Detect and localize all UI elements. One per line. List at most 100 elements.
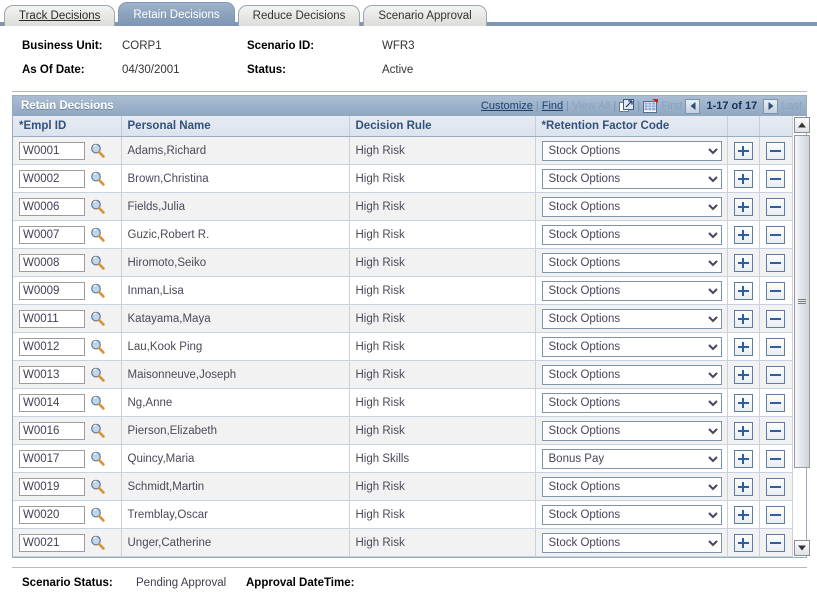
empl-id-input[interactable] — [19, 449, 85, 468]
retention-factor-select[interactable]: Stock Options — [541, 168, 722, 189]
lookup-magnifier-icon[interactable] — [90, 535, 105, 550]
lookup-magnifier-icon[interactable] — [90, 143, 105, 158]
empl-id-input[interactable] — [19, 421, 85, 440]
tab-track-decisions[interactable]: Track Decisions — [4, 5, 116, 26]
retention-factor-select[interactable]: Stock Options — [541, 280, 722, 301]
lookup-magnifier-icon[interactable] — [90, 283, 105, 298]
add-row-button[interactable] — [733, 533, 753, 552]
remove-row-button[interactable] — [766, 449, 786, 468]
next-page-button[interactable] — [763, 98, 779, 114]
add-row-button[interactable] — [733, 281, 753, 300]
lookup-magnifier-icon[interactable] — [90, 339, 105, 354]
view-all-link[interactable]: View All — [572, 100, 610, 112]
add-row-button[interactable] — [733, 309, 753, 328]
retention-factor-select[interactable]: Stock Options — [541, 392, 722, 413]
lookup-magnifier-icon[interactable] — [90, 199, 105, 214]
add-row-button[interactable] — [733, 197, 753, 216]
empl-id-input[interactable] — [19, 253, 85, 272]
retention-factor-select[interactable]: Stock Options — [541, 196, 722, 217]
retention-factor-select[interactable]: Stock Options — [541, 532, 722, 553]
tab-retain-decisions[interactable]: Retain Decisions — [118, 2, 235, 26]
remove-row-button[interactable] — [766, 225, 786, 244]
retention-factor-select[interactable]: Bonus Pay — [541, 448, 722, 469]
column-header-personal-name[interactable]: Personal Name — [121, 116, 350, 137]
lookup-magnifier-icon[interactable] — [90, 255, 105, 270]
lookup-magnifier-icon[interactable] — [90, 311, 105, 326]
lookup-magnifier-icon[interactable] — [90, 507, 105, 522]
column-header-decision-rule[interactable]: Decision Rule — [349, 116, 536, 137]
retention-factor-select[interactable]: Stock Options — [541, 252, 722, 273]
retention-factor-select[interactable]: Stock Options — [541, 364, 722, 385]
remove-row-button[interactable] — [766, 421, 786, 440]
empl-id-input[interactable] — [19, 197, 85, 216]
add-row-button[interactable] — [733, 477, 753, 496]
remove-row-button[interactable] — [766, 309, 786, 328]
find-link[interactable]: Find — [542, 100, 563, 112]
remove-row-button[interactable] — [766, 533, 786, 552]
grid-vertical-scrollbar[interactable] — [792, 116, 810, 557]
lookup-magnifier-icon[interactable] — [90, 479, 105, 494]
empl-id-input[interactable] — [19, 281, 85, 300]
cell-add-row — [727, 360, 760, 389]
empl-id-input[interactable] — [19, 337, 85, 356]
retention-factor-select[interactable]: Stock Options — [541, 224, 722, 245]
cell-empl-id — [13, 164, 122, 193]
lookup-magnifier-icon[interactable] — [90, 395, 105, 410]
tab-scenario-approval[interactable]: Scenario Approval — [363, 5, 487, 26]
empl-id-input[interactable] — [19, 365, 85, 384]
add-row-button[interactable] — [733, 421, 753, 440]
retention-factor-select[interactable]: Stock Options — [541, 476, 722, 497]
remove-row-button[interactable] — [766, 393, 786, 412]
column-header-retention-factor-code[interactable]: *Retention Factor Code — [535, 116, 728, 137]
remove-row-button[interactable] — [766, 253, 786, 272]
empl-id-input[interactable] — [19, 393, 85, 412]
remove-row-button[interactable] — [766, 477, 786, 496]
tab-label: Reduce Decisions — [252, 10, 346, 22]
tab-reduce-decisions[interactable]: Reduce Decisions — [237, 5, 361, 26]
empl-id-input[interactable] — [19, 309, 85, 328]
remove-row-button[interactable] — [766, 281, 786, 300]
lookup-magnifier-icon[interactable] — [90, 171, 105, 186]
remove-row-button[interactable] — [766, 505, 786, 524]
remove-row-button[interactable] — [766, 141, 786, 160]
last-page-label[interactable]: Last — [781, 100, 802, 112]
empl-id-input[interactable] — [19, 505, 85, 524]
empl-id-input[interactable] — [19, 169, 85, 188]
customize-link[interactable]: Customize — [481, 100, 533, 112]
add-row-button[interactable] — [733, 225, 753, 244]
add-row-button[interactable] — [733, 449, 753, 468]
remove-row-button[interactable] — [766, 337, 786, 356]
retention-factor-select[interactable]: Stock Options — [541, 336, 722, 357]
first-page-label[interactable]: First — [661, 100, 682, 112]
column-header-empl-id[interactable]: *Empl ID — [13, 116, 122, 137]
remove-row-button[interactable] — [766, 197, 786, 216]
scroll-up-icon[interactable] — [794, 117, 810, 133]
retention-factor-select[interactable]: Stock Options — [541, 308, 722, 329]
lookup-magnifier-icon[interactable] — [90, 227, 105, 242]
scroll-down-icon[interactable] — [794, 540, 810, 556]
expand-icon[interactable] — [619, 99, 635, 113]
prev-page-button[interactable] — [685, 98, 701, 114]
add-row-button[interactable] — [733, 505, 753, 524]
table-row: Unger,CatherineHigh RiskStock Options — [13, 528, 792, 557]
lookup-magnifier-icon[interactable] — [90, 367, 105, 382]
add-row-button[interactable] — [733, 365, 753, 384]
add-row-button[interactable] — [733, 141, 753, 160]
empl-id-input[interactable] — [19, 141, 85, 160]
scrollbar-thumb[interactable] — [794, 135, 810, 468]
retention-factor-select[interactable]: Stock Options — [541, 504, 722, 525]
lookup-magnifier-icon[interactable] — [90, 423, 105, 438]
empl-id-input[interactable] — [19, 477, 85, 496]
retention-factor-select[interactable]: Stock Options — [541, 420, 722, 441]
remove-row-button[interactable] — [766, 365, 786, 384]
empl-id-input[interactable] — [19, 225, 85, 244]
retention-factor-select[interactable]: Stock Options — [541, 140, 722, 161]
grid-download-icon[interactable] — [643, 99, 659, 113]
add-row-button[interactable] — [733, 393, 753, 412]
empl-id-input[interactable] — [19, 533, 85, 552]
add-row-button[interactable] — [733, 337, 753, 356]
add-row-button[interactable] — [733, 169, 753, 188]
lookup-magnifier-icon[interactable] — [90, 451, 105, 466]
remove-row-button[interactable] — [766, 169, 786, 188]
add-row-button[interactable] — [733, 253, 753, 272]
